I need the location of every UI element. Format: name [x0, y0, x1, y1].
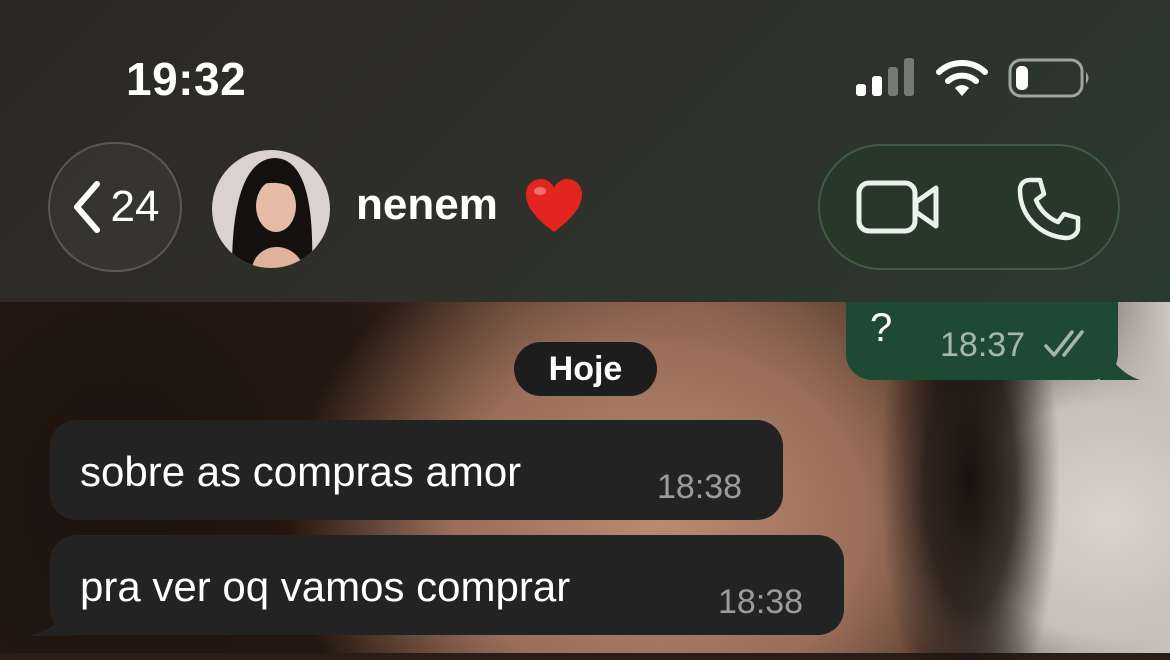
incoming-message-text: sobre as compras amor	[80, 448, 522, 495]
outgoing-message-text: ?	[870, 306, 893, 350]
incoming-bubble-tail	[30, 600, 74, 636]
incoming-message-text: pra ver oq vamos comprar	[80, 563, 571, 610]
incoming-message-time: 18:38	[657, 468, 743, 506]
back-button[interactable]: 24	[48, 142, 182, 272]
date-divider: Hoje	[514, 342, 657, 396]
read-ticks-icon	[1044, 330, 1084, 357]
avatar-photo	[212, 150, 330, 268]
incoming-message-time: 18:38	[718, 583, 804, 621]
phone-call-icon[interactable]	[1016, 176, 1082, 242]
red-heart-icon	[526, 179, 582, 232]
chevron-left-icon	[73, 181, 100, 233]
unread-count: 24	[110, 182, 160, 231]
outgoing-message-time: 18:37	[940, 326, 1026, 364]
cellular-signal-icon	[856, 58, 914, 96]
battery-low-icon	[1008, 58, 1089, 98]
contact-avatar[interactable]	[212, 150, 330, 268]
status-bar-time: 19:32	[126, 53, 247, 105]
contact-name[interactable]: nenem	[356, 180, 498, 230]
wifi-icon	[936, 60, 988, 96]
outgoing-bubble-tail	[1100, 340, 1140, 380]
video-call-icon[interactable]	[856, 178, 940, 236]
